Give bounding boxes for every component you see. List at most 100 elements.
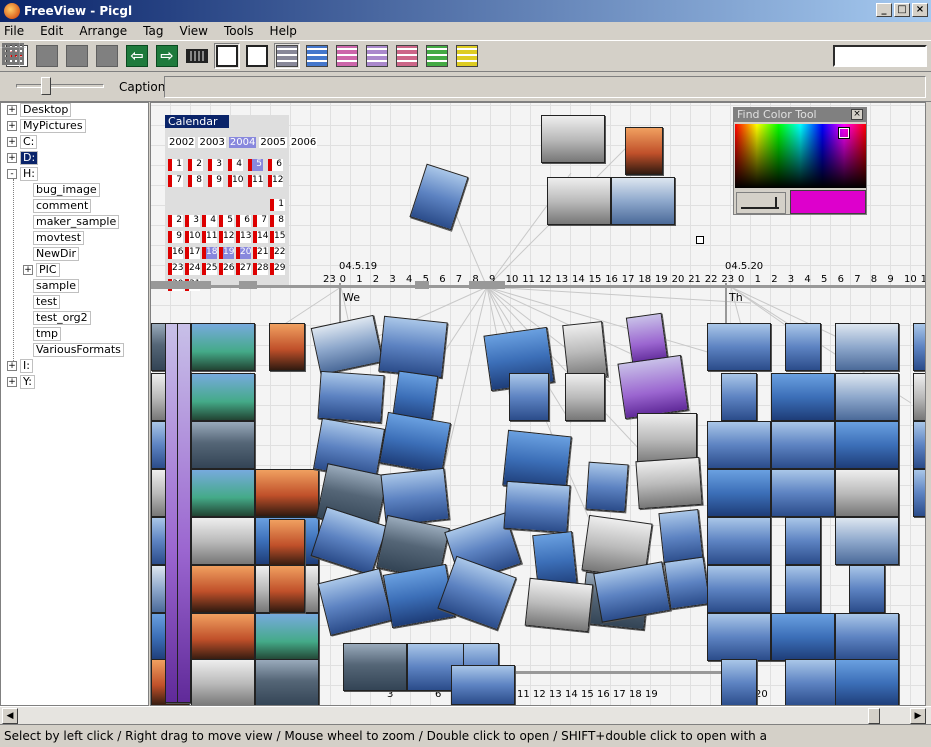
photo-thumbnail[interactable] (771, 373, 835, 421)
calendar-month[interactable]: 12 (268, 175, 283, 187)
photo-thumbnail[interactable] (177, 323, 191, 703)
tree-item-i[interactable]: + I: (7, 359, 33, 373)
photo-thumbnail[interactable] (771, 421, 835, 469)
photo-thumbnail[interactable] (585, 461, 629, 513)
calendar-widget[interactable]: Calendar 2002 2003 2004 2005 2006 123456… (165, 115, 318, 291)
calendar-day[interactable]: 8 (270, 215, 285, 227)
close-icon[interactable]: × (851, 109, 863, 120)
menu-file[interactable]: File (4, 24, 24, 38)
tree-item-sample[interactable]: sample (33, 279, 79, 293)
photo-thumbnail[interactable] (707, 323, 771, 371)
tree-item-y[interactable]: + Y: (7, 375, 35, 389)
photo-thumbnail[interactable] (524, 577, 594, 633)
frame-left-button[interactable] (214, 43, 240, 69)
caption-field[interactable] (164, 76, 926, 98)
expand-icon[interactable]: + (7, 361, 17, 371)
calendar-day[interactable]: 24 (185, 263, 200, 275)
photo-thumbnail[interactable] (835, 659, 899, 705)
list-view-button[interactable] (0, 41, 26, 67)
calendar-day[interactable]: 15 (270, 231, 285, 243)
photo-thumbnail[interactable] (835, 469, 899, 517)
calendar-month[interactable]: 11 (248, 175, 263, 187)
photo-thumbnail[interactable] (317, 370, 385, 424)
photo-thumbnail[interactable] (541, 115, 605, 163)
tree-item-newdir[interactable]: NewDir (33, 247, 80, 261)
calendar-month[interactable]: 7 (168, 175, 183, 187)
photo-thumbnail[interactable] (269, 323, 305, 371)
photo-thumbnail[interactable] (707, 469, 771, 517)
search-input[interactable] (833, 45, 927, 67)
photo-thumbnail[interactable] (255, 659, 319, 705)
photo-thumbnail[interactable] (625, 127, 663, 175)
calendar-day[interactable]: 11 (202, 231, 217, 243)
photo-thumbnail[interactable] (835, 373, 899, 421)
tree-item-mypictures[interactable]: + MyPictures (7, 119, 86, 133)
calendar-day[interactable]: 6 (236, 215, 251, 227)
expand-icon[interactable]: + (7, 377, 17, 387)
tree-item-maker-sample[interactable]: maker_sample (33, 215, 120, 229)
calendar-day[interactable]: 29 (270, 263, 285, 275)
photo-thumbnail[interactable] (835, 323, 899, 371)
photo-canvas[interactable]: Calendar 2002 2003 2004 2005 2006 123456… (150, 102, 926, 706)
tree-item-h[interactable]: - H: (7, 167, 38, 181)
calendar-day[interactable]: 5 (219, 215, 234, 227)
photo-thumbnail[interactable] (721, 659, 757, 705)
calendar-day[interactable]: 26 (219, 263, 234, 275)
photo-thumbnail[interactable] (191, 469, 255, 517)
scroll-right-icon[interactable]: ▶ (910, 708, 926, 724)
calendar-month[interactable]: 9 (208, 175, 223, 187)
calendar-day[interactable]: 3 (185, 215, 200, 227)
calendar-day[interactable]: 20 (236, 247, 251, 259)
photo-thumbnail[interactable] (191, 421, 255, 469)
year-2003[interactable]: 2003 (198, 137, 226, 148)
photo-thumbnail[interactable] (849, 565, 885, 613)
calendar-day[interactable]: 16 (168, 247, 183, 259)
photo-thumbnail[interactable] (191, 659, 255, 705)
tree-item-test-org2[interactable]: test_org2 (33, 311, 91, 325)
year-2006[interactable]: 2006 (289, 137, 318, 148)
calendar-day[interactable]: 17 (185, 247, 200, 259)
tree-item-d[interactable]: + D: (7, 151, 39, 165)
photo-thumbnail[interactable] (562, 321, 608, 381)
photo-thumbnail[interactable] (565, 373, 605, 421)
photo-thumbnail[interactable] (721, 373, 757, 421)
photo-thumbnail[interactable] (707, 565, 771, 613)
photo-thumbnail[interactable] (785, 517, 821, 565)
minimize-button[interactable]: _ (876, 3, 892, 17)
menu-tools[interactable]: Tools (224, 24, 254, 38)
scroll-left-icon[interactable]: ◀ (2, 708, 18, 724)
scroll-thumb[interactable] (868, 708, 880, 724)
view-thumbs-button[interactable] (274, 43, 300, 69)
photo-thumbnail[interactable] (913, 421, 925, 469)
frame-right-button[interactable] (244, 43, 270, 69)
calendar-day[interactable]: 28 (253, 263, 268, 275)
expand-icon[interactable]: + (7, 153, 17, 163)
calendar-month[interactable]: 3 (208, 159, 223, 171)
calendar-month[interactable]: 1 (168, 159, 183, 171)
photo-thumbnail[interactable] (343, 643, 407, 691)
tool-button-1[interactable] (34, 43, 60, 69)
photo-thumbnail[interactable] (191, 373, 255, 421)
slider-thumb[interactable] (41, 77, 51, 95)
forward-button[interactable]: ⇨ (154, 43, 180, 69)
expand-icon[interactable]: + (7, 105, 17, 115)
photo-thumbnail[interactable] (255, 469, 319, 517)
tree-item-test[interactable]: test (33, 295, 61, 309)
close-button[interactable]: × (912, 3, 928, 17)
photo-thumbnail[interactable] (663, 556, 711, 610)
tree-item-bug-image[interactable]: bug_image (33, 183, 100, 197)
menu-tag[interactable]: Tag (143, 24, 163, 38)
photo-thumbnail[interactable] (269, 519, 305, 567)
photo-thumbnail[interactable] (913, 373, 925, 421)
menu-edit[interactable]: Edit (40, 24, 63, 38)
expand-icon[interactable]: + (7, 137, 17, 147)
view-blue-button[interactable] (304, 43, 330, 69)
photo-thumbnail[interactable] (635, 456, 703, 510)
calendar-day[interactable]: 22 (270, 247, 285, 259)
photo-thumbnail[interactable] (269, 565, 305, 613)
year-2002[interactable]: 2002 (168, 137, 196, 148)
calendar-month[interactable]: 4 (228, 159, 243, 171)
photo-thumbnail[interactable] (191, 323, 255, 371)
photo-thumbnail[interactable] (191, 517, 255, 565)
photo-thumbnail[interactable] (451, 665, 515, 705)
